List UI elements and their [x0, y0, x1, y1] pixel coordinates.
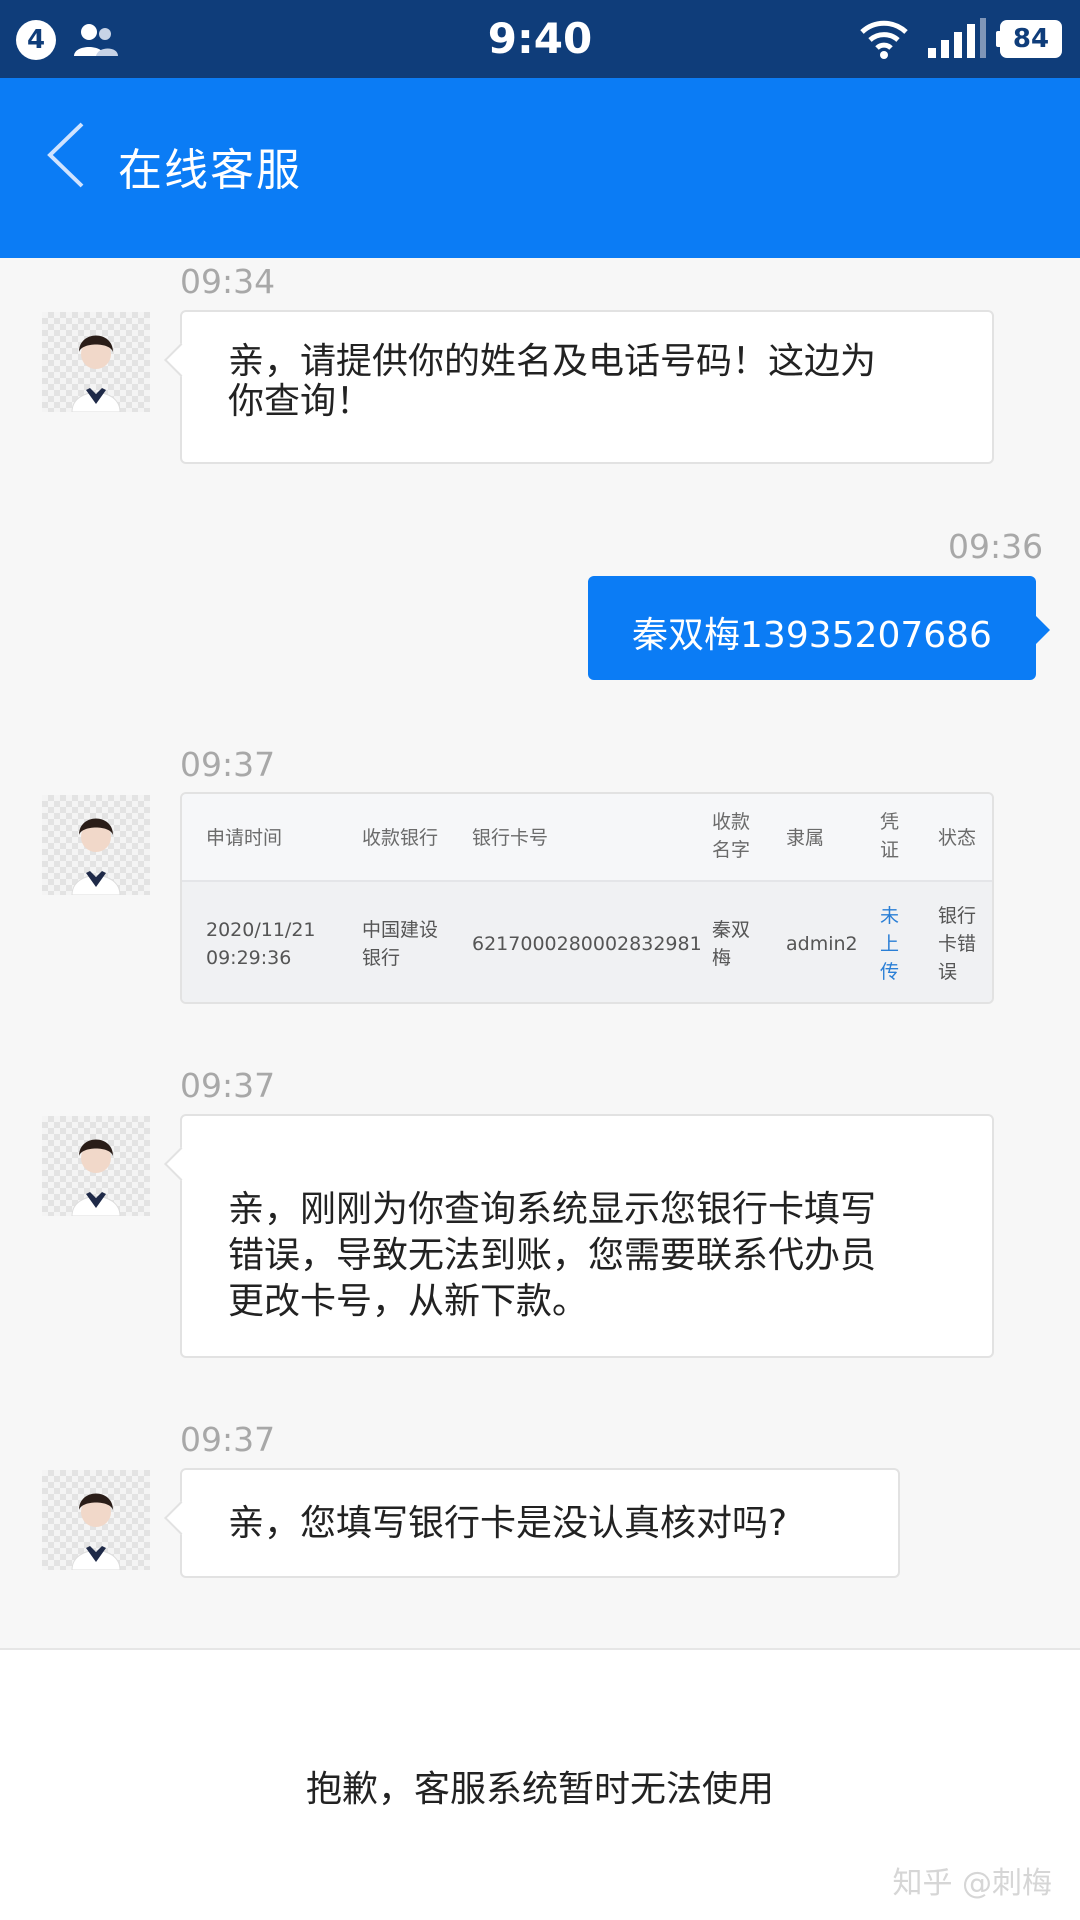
- message-timestamp: 09:37: [180, 1420, 276, 1459]
- header-voucher: 证: [880, 839, 900, 861]
- header-belong: 隶属: [786, 827, 825, 849]
- message-line: 更改卡号，从新下款。: [228, 1281, 589, 1322]
- voucher-link[interactable]: 传: [880, 958, 899, 986]
- footer-panel: 抱歉，客服系统暂时无法使用 知乎 @刺梅: [0, 1648, 1080, 1920]
- agent-avatar: [42, 1116, 150, 1216]
- message-timestamp: 09:36: [948, 527, 1044, 566]
- agent-avatar: [42, 795, 150, 895]
- message-timestamp: 09:34: [180, 262, 276, 301]
- message-line: 错误，导致无法到账，您需要联系代办员: [228, 1235, 877, 1276]
- record-table-card: 申请时间 收款银行 银行卡号 收款 名字 隶属 凭 证 状态 2020/11/2…: [180, 792, 994, 1004]
- voucher-link[interactable]: 未: [880, 902, 899, 930]
- message-line: 亲，刚刚为你查询系统显示您银行卡填写: [228, 1189, 877, 1230]
- status-bar: 4 9:40 84: [0, 0, 1080, 78]
- cell-bank: 银行: [362, 947, 401, 969]
- voucher-link[interactable]: 上: [880, 930, 899, 958]
- agent-avatar: [42, 1470, 150, 1570]
- message-line: 亲，您填写银行卡是没认真核对吗?: [228, 1503, 788, 1544]
- message-timestamp: 09:37: [180, 745, 276, 784]
- signal-icon: [928, 18, 986, 58]
- header-status: 状态: [938, 827, 977, 849]
- header-voucher: 凭: [880, 811, 900, 833]
- agent-message-bubble: 亲，请提供你的姓名及电话号码！这边为 你查询！: [180, 310, 994, 464]
- cell-name: 秦双: [712, 919, 751, 941]
- header-receiver-name: 名字: [712, 839, 751, 861]
- cell-status: 卡错: [938, 933, 977, 955]
- header-bank: 收款银行: [362, 827, 439, 849]
- cell-date: 2020/11/21: [206, 919, 316, 941]
- app-header: 在线客服: [0, 78, 1080, 258]
- message-text: 秦双梅13935207686: [632, 615, 992, 656]
- wifi-icon: [860, 20, 908, 59]
- battery-level: 84: [1000, 20, 1062, 58]
- header-receiver-name: 收款: [712, 811, 751, 833]
- watermark: 知乎 @刺梅: [892, 1866, 1052, 1901]
- cell-bank: 中国建设: [362, 919, 439, 941]
- message-line: 亲，请提供你的姓名及电话号码！这边为: [228, 341, 877, 382]
- user-message-bubble: 秦双梅13935207686: [588, 576, 1050, 680]
- agent-avatar: [42, 312, 150, 412]
- agent-message-bubble: 亲，刚刚为你查询系统显示您银行卡填写 错误，导致无法到账，您需要联系代办员 更改…: [180, 1114, 994, 1358]
- cell-status: 银行: [938, 905, 977, 927]
- page-title: 在线客服: [118, 145, 302, 196]
- cell-clock: 09:29:36: [206, 947, 292, 969]
- cell-name: 梅: [712, 947, 732, 969]
- header-apply-time: 申请时间: [206, 827, 283, 849]
- service-unavailable-message: 抱歉，客服系统暂时无法使用: [305, 1769, 774, 1810]
- status-time: 9:40: [487, 14, 593, 63]
- cell-belong: admin2: [786, 933, 858, 955]
- table-header-row: 申请时间 收款银行 银行卡号 收款 名字 隶属 凭 证 状态: [182, 794, 992, 882]
- message-line: 你查询！: [228, 381, 373, 422]
- agent-message-bubble: 亲，您填写银行卡是没认真核对吗?: [180, 1468, 900, 1578]
- table-row: 2020/11/21 09:29:36 中国建设 银行 621700028000…: [182, 882, 992, 1002]
- header-card-number: 银行卡号: [472, 827, 549, 849]
- chevron-left-icon[interactable]: [44, 120, 88, 190]
- cell-status: 误: [938, 961, 958, 983]
- message-timestamp: 09:37: [180, 1066, 276, 1105]
- cell-card-number: 6217000280002832981: [472, 933, 702, 955]
